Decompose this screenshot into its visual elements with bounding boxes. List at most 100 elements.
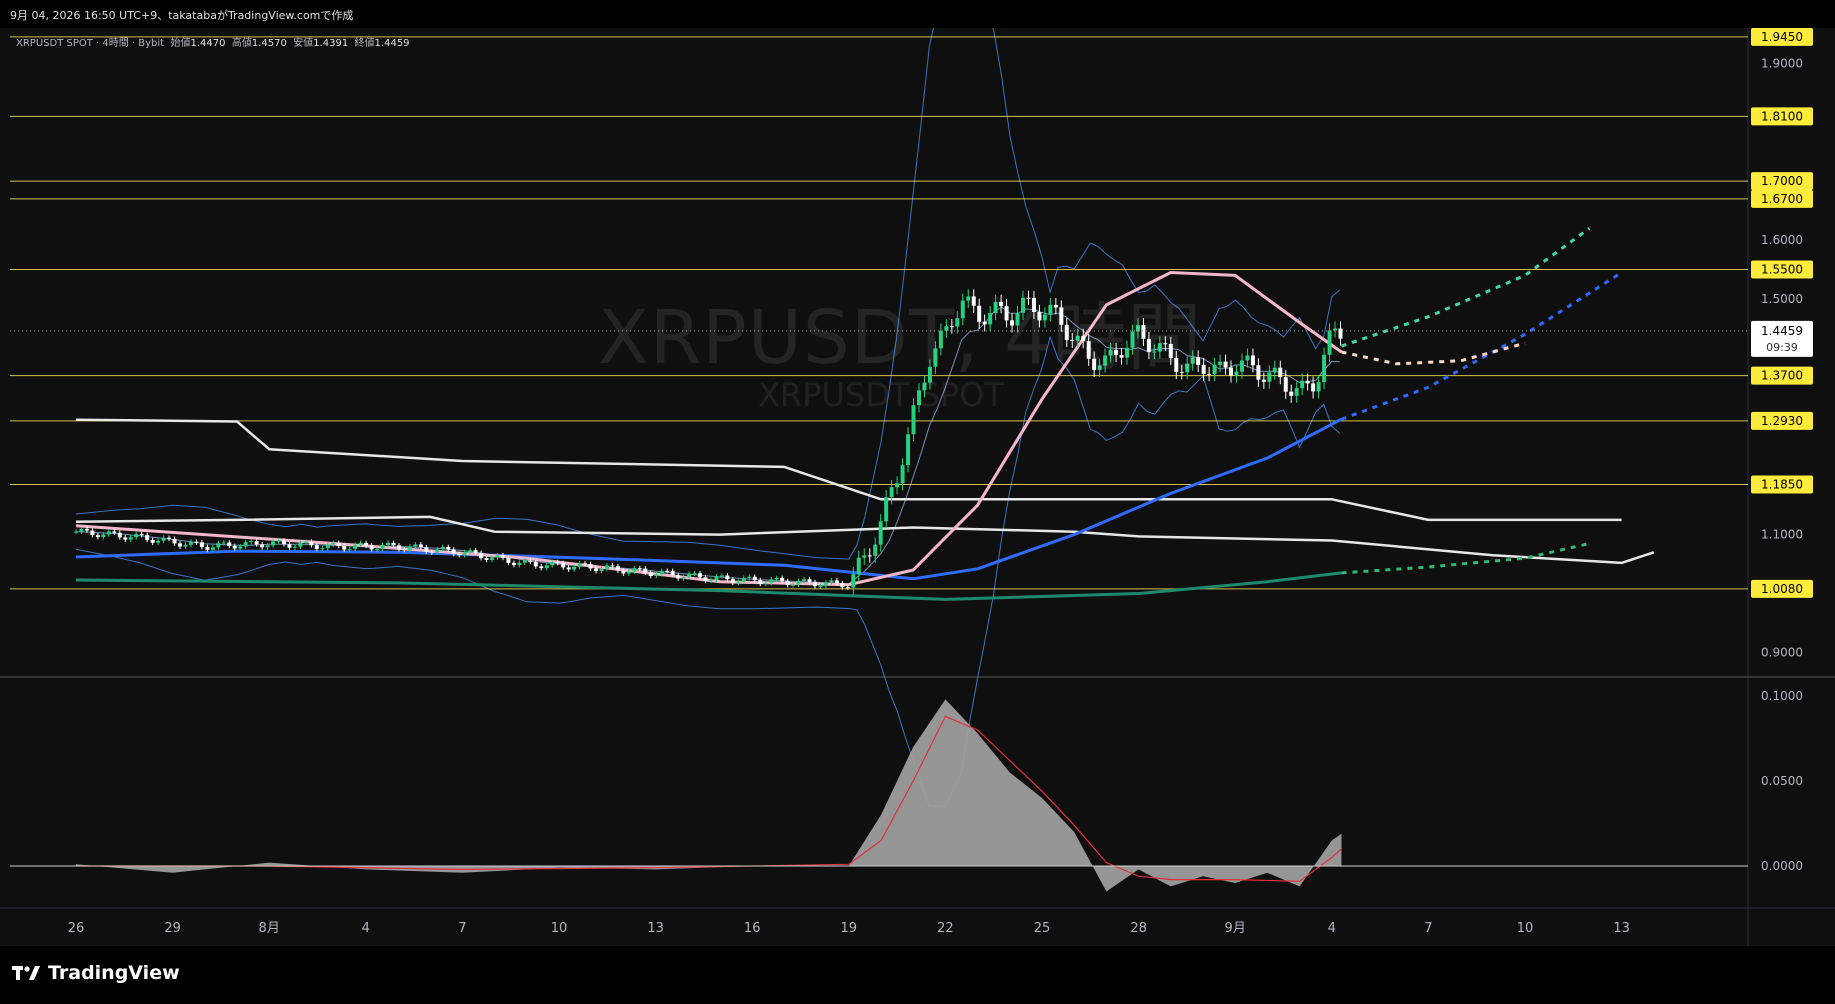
candle-body [615,566,620,571]
candle-body [577,563,582,567]
candle-body [375,549,380,551]
x-tick-1: 29 [164,921,181,936]
candle-body [851,574,856,588]
bollinger-lower-line [75,335,1341,808]
candle-body [134,534,139,538]
candle-body [599,568,604,571]
snapshot-header: 9月 04, 2026 16:50 UTC+9、takatabaがTrading… [0,0,1835,28]
candle-body [473,550,478,553]
candle-body [282,540,287,545]
candle-body [172,538,177,544]
candle-body [796,580,801,585]
candle-body [90,530,95,536]
candle-body [1239,360,1244,372]
candle-body [522,560,527,563]
candle-body [457,554,462,556]
candle-body [747,576,752,578]
candle-body [95,535,100,538]
candle-body [347,548,352,550]
candle-body [1207,373,1212,375]
candle-body [205,546,210,550]
candle-body [74,531,78,533]
candle-body [736,581,741,583]
tradingview-logo[interactable]: TradingView [12,962,180,984]
candle-body [506,557,511,563]
candle-body [183,544,188,547]
level-label-7: 1.1850 [1761,478,1803,492]
candle-body [479,552,484,559]
chart-area[interactable]: 1.9450 1.8100 1.7000 1.6700 1.5500 1.3700 1.29… [0,28,1835,946]
osc-tick-1: 0.0500 [1761,774,1803,788]
candle-body [79,528,84,532]
candle-body [626,571,631,574]
candle-body [227,542,232,546]
candle-body [823,582,828,587]
candle-body [221,542,226,544]
projection-line-blue_ma [1340,271,1623,421]
tradingview-screenshot: 9月 04, 2026 16:50 UTC+9、takatabaがTrading… [0,0,1835,1004]
candle-body [178,543,183,547]
candle-body [681,577,686,579]
candle-body [353,544,358,549]
candle-body [216,543,221,548]
legend-low: 1.4391 [313,38,349,49]
candle-body [730,579,735,583]
snapshot-meta: 9月 04, 2026 16:50 UTC+9、takatabaがTrading… [10,9,354,22]
candle-body [156,540,161,543]
candle-body [812,582,817,587]
x-tick-2: 8月 [259,921,280,936]
candle-body [112,531,117,533]
x-tick-11: 28 [1130,921,1147,936]
level-label-3: 1.6700 [1761,192,1803,206]
candle-body [780,577,785,582]
candle-body [1256,365,1261,380]
candle-body [1294,388,1299,396]
legend-open: 1.4470 [190,38,226,49]
level-label-4: 1.5500 [1761,263,1803,277]
candle-body [407,546,412,550]
candle-body [1250,355,1255,366]
price-chart-svg[interactable]: 1.9450 1.8100 1.7000 1.6700 1.5500 1.3700 1.29… [0,28,1835,946]
candle-body [1283,377,1288,392]
oscillator-signal-line [76,715,1342,882]
candle-body [665,570,670,572]
candle-body [533,562,538,567]
legend-high-label: 高値 [231,38,252,49]
candle-countdown: 09:39 [1766,341,1798,354]
candle-body [708,579,713,581]
candle-body [867,555,872,557]
candle-body [271,541,276,546]
candle-body [900,465,905,484]
candle-body [150,539,155,543]
candle-body [741,577,746,582]
level-label-0: 1.9450 [1761,30,1803,44]
y-tick-0: 1.9000 [1761,56,1803,70]
candle-body [703,577,708,581]
x-tick-6: 13 [647,921,664,936]
candle-body [440,546,445,550]
tradingview-logo-icon [12,966,40,980]
candle-body [396,545,401,550]
candle-body [418,544,423,548]
candle-body [490,557,495,560]
candle-body [802,579,807,581]
candle-body [451,549,456,555]
candle-body [117,532,122,538]
candle-body [763,583,768,585]
candle-body [845,587,850,589]
candle-body [484,558,489,560]
candle-body [435,549,440,553]
x-tick-7: 16 [744,921,761,936]
candle-body [1311,383,1316,392]
footer-bar: TradingView [0,946,1835,1004]
candle-body [249,541,254,543]
candle-body [446,546,451,550]
candle-body [342,545,347,550]
candle-body [1327,330,1332,355]
x-tick-5: 10 [551,921,568,936]
candle-body [621,570,626,574]
level-label-6: 1.2930 [1761,414,1803,428]
candle-body [807,579,812,583]
candle-body [325,544,330,549]
ma-line-sma_white_top [75,418,1622,522]
